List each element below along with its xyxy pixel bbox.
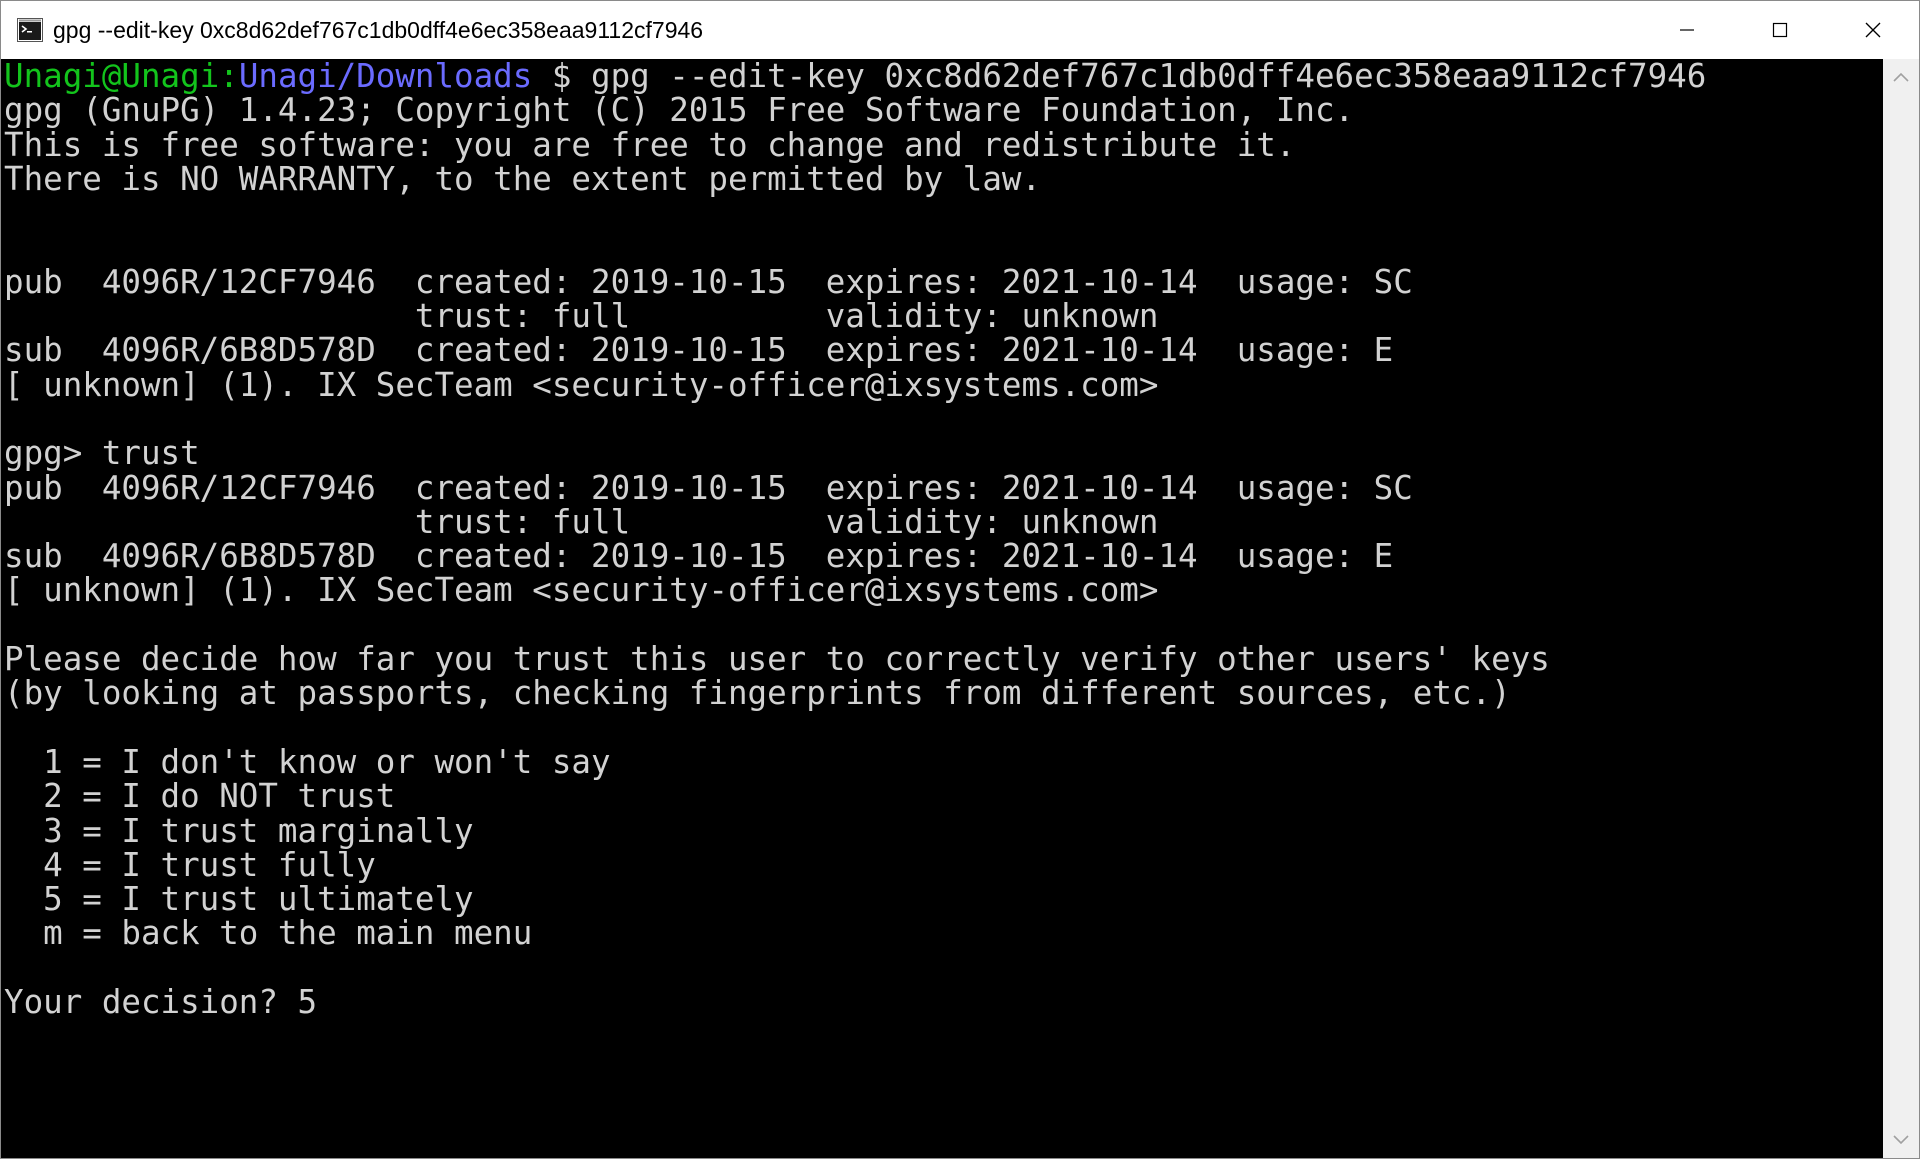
terminal-line: This is free software: you are free to c… [4, 125, 1296, 164]
scroll-down-arrow-icon [1893, 1135, 1909, 1145]
scroll-down-button[interactable] [1883, 1122, 1919, 1158]
terminal-line: 1 = I don't know or won't say [4, 742, 611, 781]
scroll-up-button[interactable] [1883, 59, 1919, 95]
terminal-line: (by looking at passports, checking finge… [4, 674, 1511, 713]
terminal-output[interactable]: Unagi@Unagi:Unagi/Downloads $ gpg --edit… [1, 59, 1883, 1158]
window-controls [1640, 1, 1919, 59]
terminal-line: trust: full validity: unknown [4, 502, 1159, 541]
terminal-line: sub 4096R/6B8D578D created: 2019-10-15 e… [4, 331, 1394, 370]
terminal-line: gpg (GnuPG) 1.4.23; Copyright (C) 2015 F… [4, 91, 1355, 130]
window-title: gpg --edit-key 0xc8d62def767c1db0dff4e6e… [53, 16, 704, 43]
console-icon[interactable] [17, 17, 43, 43]
minimize-button[interactable] [1640, 1, 1733, 59]
terminal-line: pub 4096R/12CF7946 created: 2019-10-15 e… [4, 468, 1413, 507]
terminal-text: Unagi@Unagi:Unagi/Downloads $ gpg --edit… [1, 59, 1883, 1019]
terminal-line: 3 = I trust marginally [4, 811, 474, 850]
minimize-icon [1679, 29, 1694, 31]
terminal-line: trust: full validity: unknown [4, 297, 1159, 336]
output-lines: gpg (GnuPG) 1.4.23; Copyright (C) 2015 F… [4, 93, 1883, 1019]
prompt-user-host: Unagi@Unagi: [4, 59, 239, 95]
terminal-line: 2 = I do NOT trust [4, 777, 396, 816]
prompt-command: $ gpg --edit-key 0xc8d62def767c1db0dff4e… [532, 59, 1707, 95]
terminal-window: gpg --edit-key 0xc8d62def767c1db0dff4e6e… [0, 0, 1920, 1159]
vertical-scrollbar[interactable] [1883, 59, 1919, 1158]
title-bar[interactable]: gpg --edit-key 0xc8d62def767c1db0dff4e6e… [1, 1, 1919, 59]
terminal-line: pub 4096R/12CF7946 created: 2019-10-15 e… [4, 262, 1413, 301]
terminal-line: sub 4096R/6B8D578D created: 2019-10-15 e… [4, 537, 1394, 576]
close-button[interactable] [1826, 1, 1919, 59]
prompt-path: Unagi/Downloads [238, 59, 533, 95]
terminal-line: [ unknown] (1). IX SecTeam <security-off… [4, 365, 1159, 404]
terminal-line: There is NO WARRANTY, to the extent perm… [4, 159, 1042, 198]
prompt-line: Unagi@Unagi:Unagi/Downloads $ gpg --edit… [4, 59, 1883, 93]
scrollbar-track[interactable] [1883, 95, 1919, 1122]
scrollbar-thumb[interactable] [1888, 95, 1914, 1122]
terminal-line: m = back to the main menu [4, 914, 533, 953]
maximize-button[interactable] [1733, 1, 1826, 59]
terminal-line: 4 = I trust fully [4, 845, 376, 884]
terminal-line: Please decide how far you trust this use… [4, 640, 1550, 679]
terminal-line: Your decision? 5 [4, 983, 318, 1022]
terminal-line: gpg> trust [4, 434, 200, 473]
close-icon [1865, 22, 1880, 38]
terminal-line: 5 = I trust ultimately [4, 880, 474, 919]
maximize-icon [1772, 22, 1787, 38]
scroll-up-arrow-icon [1893, 72, 1909, 82]
terminal-line: [ unknown] (1). IX SecTeam <security-off… [4, 571, 1159, 610]
